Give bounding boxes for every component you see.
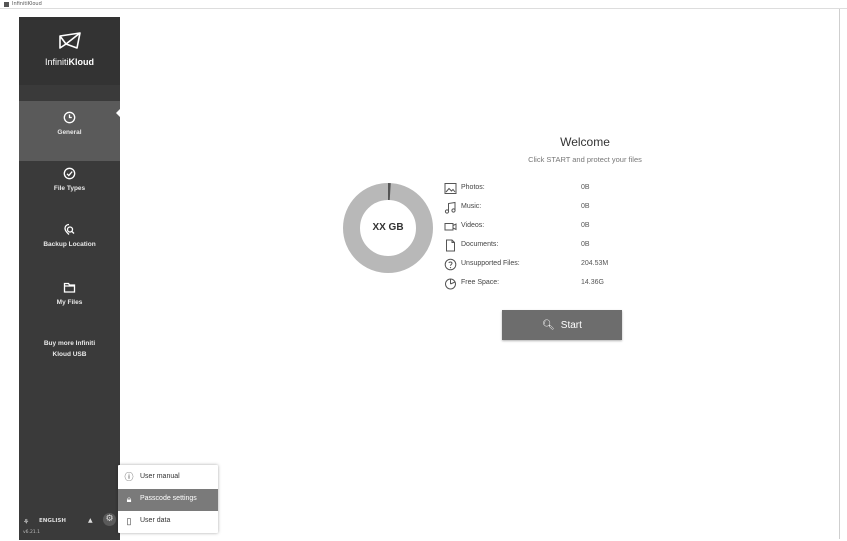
stat-label: Videos:: [461, 222, 485, 229]
photo-icon: [444, 183, 457, 194]
search-icon: 🔍︎: [542, 319, 555, 331]
stat-row-free-space: Free Space: 14.36G: [443, 276, 643, 295]
pie-icon: [445, 278, 456, 290]
stat-label: Unsupported Files:: [461, 260, 520, 267]
menu-item-user-data[interactable]: ▯ User data: [118, 511, 218, 533]
caret-up-icon[interactable]: ▲: [88, 517, 93, 524]
menu-item-label: User data: [140, 517, 171, 524]
stat-row-documents: Documents: 0B: [443, 238, 643, 257]
buy-more-link[interactable]: Buy more Infiniti Kloud USB: [19, 338, 120, 360]
document-icon: ▯: [126, 516, 132, 526]
language-bar: ⚘ ENGLISH ▲ ⚙ v6.21.1: [19, 510, 120, 540]
sidebar-item-label: File Types: [53, 185, 86, 192]
sidebar-item-my-files[interactable]: My Files: [19, 271, 120, 331]
location-search-icon: [64, 223, 75, 235]
app-window: InfinitiKloud InfinitiKloud General File…: [0, 0, 847, 541]
storage-total-label: XX GB: [372, 222, 404, 233]
question-icon: [444, 258, 457, 271]
music-icon: [444, 201, 456, 214]
buy-more-line-2: Kloud USB: [52, 351, 87, 358]
page-subtitle: Click START and protect your files: [528, 155, 642, 164]
info-icon: ⓘ: [124, 472, 134, 482]
sidebar-item-general[interactable]: General: [19, 101, 120, 161]
title-bar: InfinitiKloud: [0, 0, 847, 9]
gear-icon[interactable]: ⚙: [103, 513, 116, 526]
folder-icon: [63, 282, 76, 293]
sidebar-item-label: Backup Location: [43, 241, 96, 248]
page-title: Welcome: [560, 135, 610, 149]
window-title: InfinitiKloud: [12, 1, 42, 7]
video-icon: [444, 223, 457, 231]
globe-icon: ⚘: [23, 518, 30, 526]
check-circle-icon: [63, 167, 76, 180]
brand-suffix: Kloud: [68, 57, 95, 67]
stat-value: 0B: [581, 222, 590, 229]
app-icon: [4, 2, 9, 7]
stat-row-music: Music: 0B: [443, 200, 643, 219]
sidebar-item-label: My Files: [56, 299, 83, 306]
kite-icon: [59, 32, 81, 49]
document-icon: [446, 239, 455, 252]
stat-value: 204.53M: [581, 260, 609, 267]
stat-label: Photos:: [461, 184, 485, 191]
lock-icon: 🔒︎: [126, 494, 132, 504]
stat-value: 0B: [581, 241, 590, 248]
stat-label: Free Space:: [461, 279, 500, 286]
brand-logo: InfinitiKloud: [19, 17, 120, 85]
menu-item-passcode-settings[interactable]: 🔒︎ Passcode settings: [118, 489, 218, 511]
stat-value: 0B: [581, 203, 590, 210]
menu-item-user-manual[interactable]: ⓘ User manual: [118, 467, 218, 489]
stat-row-videos: Videos: 0B: [443, 219, 643, 238]
brand-prefix: Infiniti: [44, 57, 69, 67]
sidebar-item-label: General: [57, 129, 82, 136]
start-button[interactable]: 🔍︎ Start: [502, 310, 622, 340]
stat-value: 14.36G: [581, 279, 604, 286]
settings-menu: ⓘ User manual 🔒︎ Passcode settings ▯ Use…: [118, 465, 218, 533]
sidebar-item-file-types[interactable]: File Types: [19, 157, 120, 217]
stat-row-photos: Photos: 0B: [443, 181, 643, 200]
sidebar-item-backup-location[interactable]: Backup Location: [19, 213, 120, 273]
active-indicator: [116, 107, 122, 119]
stat-label: Music:: [461, 203, 482, 210]
menu-item-label: User manual: [140, 473, 180, 480]
stat-label: Documents:: [461, 241, 499, 248]
stat-value: 0B: [581, 184, 590, 191]
window-border: [839, 9, 840, 539]
sidebar: InfinitiKloud General File Types Backup …: [19, 17, 120, 540]
brand-name: InfinitiKloud: [19, 57, 120, 67]
stat-row-unsupported: Unsupported Files: 204.53M: [443, 257, 643, 276]
menu-item-label: Passcode settings: [140, 495, 197, 502]
start-button-label: Start: [560, 319, 582, 331]
version-label: v6.21.1: [23, 530, 40, 535]
clock-icon: [63, 111, 76, 124]
language-selector[interactable]: ENGLISH: [39, 518, 66, 524]
buy-more-line-1: Buy more Infiniti: [43, 340, 96, 347]
